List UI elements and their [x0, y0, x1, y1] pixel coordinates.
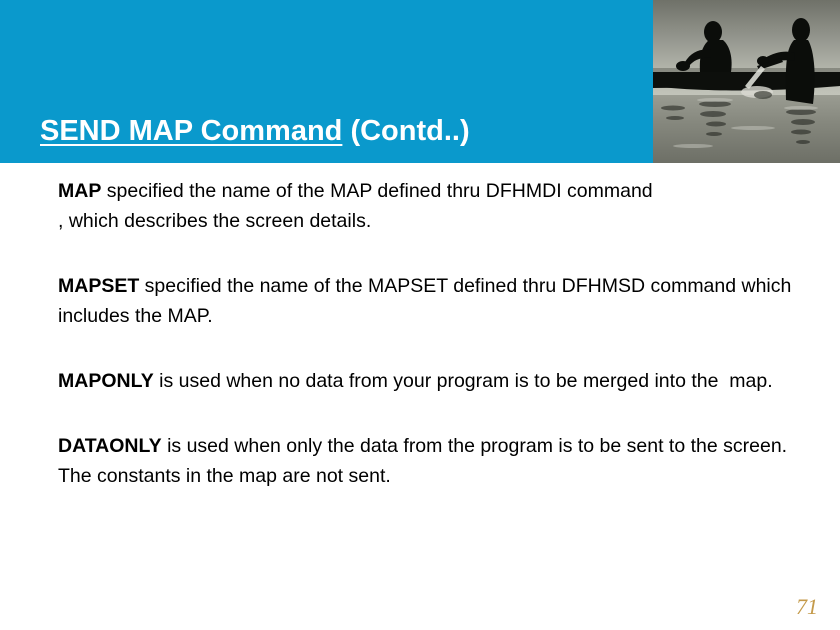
paragraph-maponly-text: is used when no data from your program i… — [153, 370, 773, 392]
paragraph-map-text: specified the name of the MAP defined th… — [58, 180, 653, 232]
header-photo — [653, 0, 840, 163]
keyword-dataonly: DATAONLY — [58, 435, 162, 457]
keyword-maponly: MAPONLY — [58, 370, 154, 392]
page-title-underlined: SEND MAP Command — [40, 115, 343, 147]
slide: SEND MAP Command (Contd..) MAP specified… — [0, 0, 840, 630]
paragraph-maponly: MAPONLY is used when no data from your p… — [58, 366, 798, 396]
keyword-map: MAP — [58, 180, 102, 202]
paragraph-dataonly-text: is used when only the data from the prog… — [58, 435, 793, 487]
page-title: SEND MAP Command (Contd..) — [40, 113, 470, 149]
paragraph-mapset: MAPSET specified the name of the MAPSET … — [58, 271, 798, 331]
paragraph-map: MAP specified the name of the MAP define… — [58, 176, 798, 236]
paragraph-mapset-text: specified the name of the MAPSET defined… — [58, 275, 797, 327]
page-number: 71 — [796, 594, 818, 619]
paragraph-dataonly: DATAONLY is used when only the data from… — [58, 431, 798, 491]
page-title-suffix: (Contd..) — [342, 115, 470, 147]
body-content: MAP specified the name of the MAP define… — [58, 176, 798, 491]
keyword-mapset: MAPSET — [58, 275, 140, 297]
boat-silhouette-image — [653, 0, 840, 163]
